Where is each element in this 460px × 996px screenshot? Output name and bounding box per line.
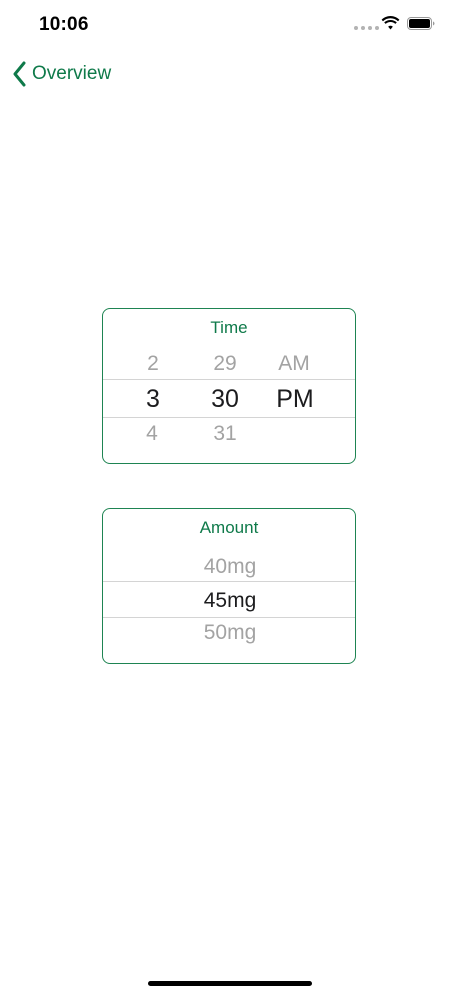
home-indicator[interactable] [148,981,312,986]
chevron-left-icon [13,61,26,87]
selection-divider-top [103,379,355,380]
selection-divider-bottom [103,417,355,418]
minute-option-below[interactable]: 31 [213,422,236,446]
minute-option-above[interactable]: 29 [213,352,236,376]
time-picker-card: Time 2 3 4 29 30 31 AM PM [102,308,356,464]
wifi-icon [381,16,400,30]
battery-icon [407,17,435,30]
hour-option-selected[interactable]: 3 [146,385,160,414]
amount-option-selected[interactable]: 45mg [204,589,257,613]
back-button[interactable]: Overview [12,58,111,90]
hour-option-above[interactable]: 2 [147,352,159,376]
selection-divider-bottom [103,617,355,618]
amount-option-below[interactable]: 50mg [204,621,257,645]
amount-picker-title: Amount [199,518,259,537]
back-label: Overview [32,63,112,84]
period-option-selected[interactable]: PM [276,385,314,414]
status-bar: 10:06 [0,0,460,50]
cellular-signal-icon [354,26,379,30]
minute-option-selected[interactable]: 30 [211,385,239,414]
hour-option-below[interactable]: 4 [146,422,158,446]
status-time: 10:06 [39,14,89,35]
amount-option-above[interactable]: 40mg [204,555,257,579]
time-picker-title: Time [210,318,248,337]
selection-divider-top [103,581,355,582]
period-option-above[interactable]: AM [278,352,310,376]
amount-picker-card: Amount 40mg 45mg 50mg [102,508,356,664]
